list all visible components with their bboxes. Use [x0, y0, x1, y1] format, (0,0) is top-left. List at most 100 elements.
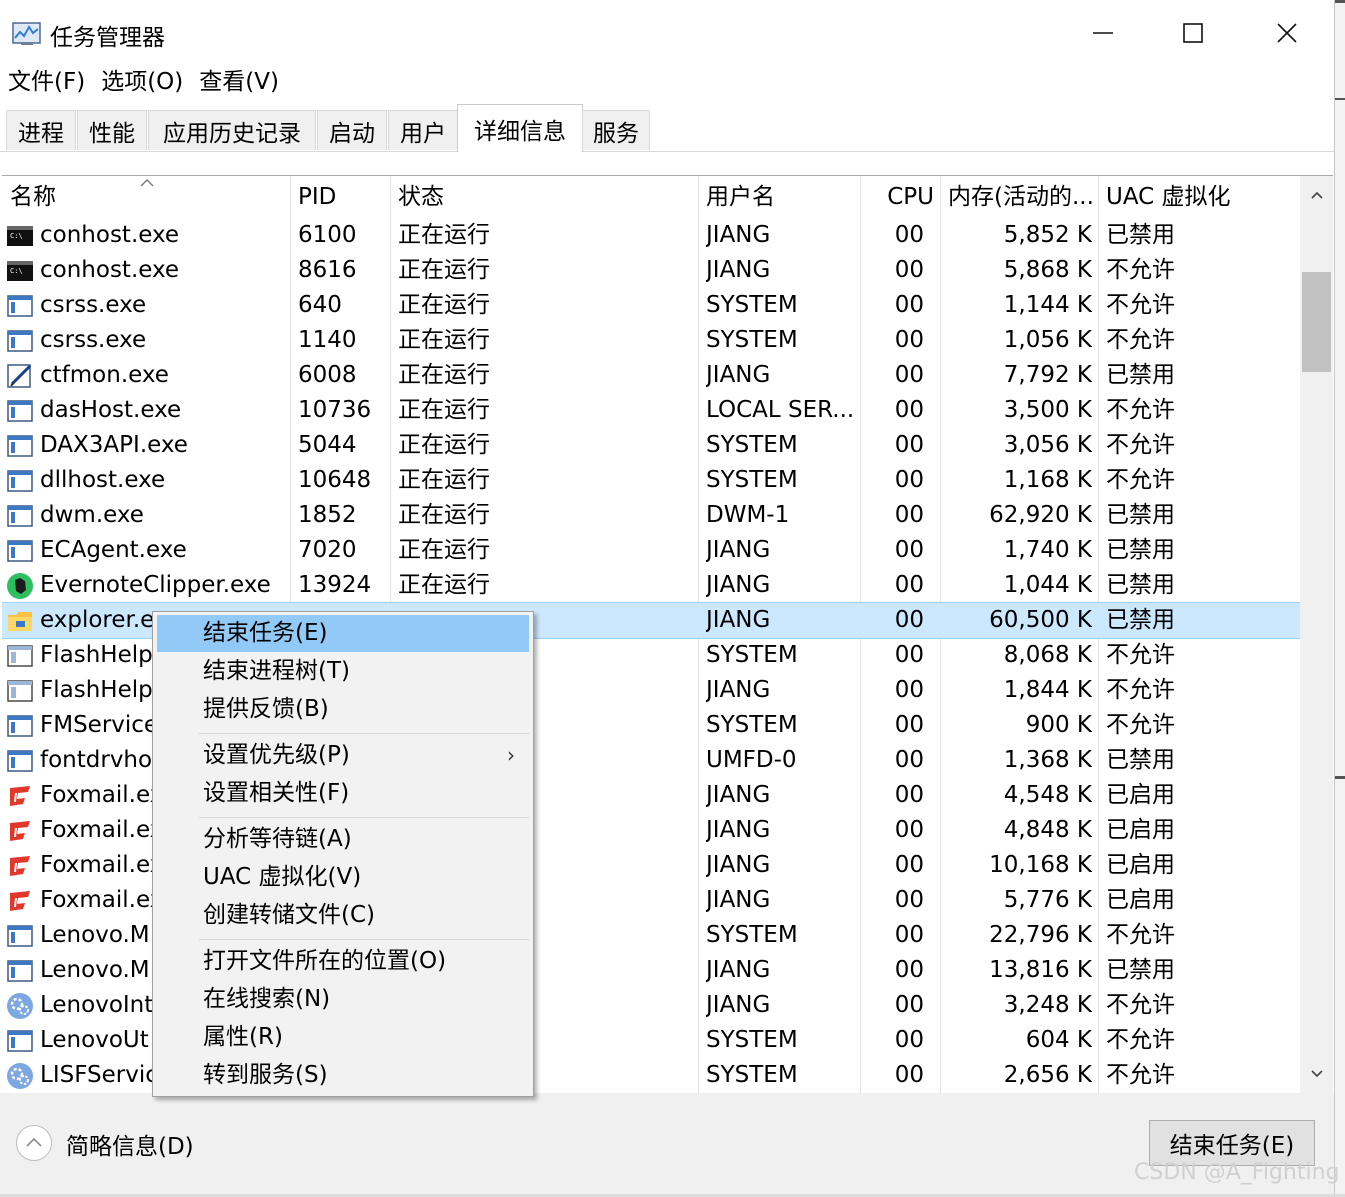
process-status: 正在运行 — [398, 362, 490, 388]
table-row[interactable]: dllhost.exe 10648 正在运行 SYSTEM 00 1,168 K 不允许 — [2, 463, 1300, 498]
context-menu-properties[interactable]: 属性(R) — [157, 1019, 529, 1056]
process-status: 正在运行 — [398, 397, 490, 423]
context-menu-open-file-location[interactable]: 打开文件所在的位置(O) — [157, 943, 529, 980]
process-username: JIANG — [706, 817, 771, 843]
process-memory: 2,656 K — [1003, 1062, 1092, 1088]
vertical-scrollbar[interactable] — [1300, 176, 1333, 1093]
chevron-up-icon — [1310, 191, 1323, 199]
context-menu-search-online[interactable]: 在线搜索(N) — [157, 981, 529, 1018]
process-memory: 604 K — [1025, 1027, 1092, 1053]
process-status: 正在运行 — [398, 432, 490, 458]
process-pid: 10648 — [298, 467, 372, 493]
context-menu-set-affinity[interactable]: 设置相关性(F) — [157, 775, 529, 812]
process-username: UMFD-0 — [706, 747, 797, 773]
tab-details[interactable]: 详细信息 — [457, 104, 583, 152]
context-menu-give-feedback[interactable]: 提供反馈(B) — [157, 691, 529, 728]
process-cpu: 00 — [894, 222, 924, 248]
process-memory: 1,044 K — [1003, 572, 1092, 598]
context-menu-item-label: 设置优先级(P) — [203, 742, 350, 768]
table-row[interactable]: DAX3API.exe 5044 正在运行 SYSTEM 00 3,056 K 不允许 — [2, 428, 1300, 463]
app-window-icon — [6, 537, 34, 565]
foxmail-icon — [6, 817, 34, 845]
process-memory: 13,816 K — [989, 957, 1092, 983]
context-menu-go-to-services[interactable]: 转到服务(S) — [157, 1057, 529, 1094]
process-username: DWM-1 — [706, 502, 790, 528]
scrollbar-thumb[interactable] — [1302, 272, 1331, 372]
column-header-username[interactable]: 用户名 — [698, 176, 860, 218]
column-header-uac[interactable]: UAC 虚拟化 — [1098, 176, 1300, 218]
table-row[interactable]: ECAgent.exe 7020 正在运行 JIANG 00 1,740 K 已禁用 — [2, 533, 1300, 568]
tab-performance[interactable]: 性能 — [77, 110, 147, 150]
process-cpu: 00 — [894, 257, 924, 283]
process-name: conhost.exe — [40, 222, 180, 248]
menu-options[interactable]: 选项(O) — [93, 64, 191, 100]
tab-processes[interactable]: 进程 — [6, 110, 76, 150]
tab-startup[interactable]: 启动 — [317, 110, 387, 150]
column-header-memory[interactable]: 内存(活动的... — [940, 176, 1098, 218]
flash-window-icon — [6, 642, 34, 670]
folder-icon — [6, 607, 34, 635]
process-pid: 5044 — [298, 432, 357, 458]
tab-services[interactable]: 服务 — [582, 110, 650, 150]
minimize-button[interactable] — [1068, 6, 1138, 60]
process-name: csrss.exe — [40, 327, 147, 353]
process-uac: 不允许 — [1106, 1062, 1175, 1088]
table-row[interactable]: C:\ conhost.exe 8616 正在运行 JIANG 00 5,868 K 不允许 — [2, 253, 1300, 288]
tab-users[interactable]: 用户 — [388, 110, 458, 150]
process-username: JIANG — [706, 957, 771, 983]
process-uac: 不允许 — [1106, 677, 1175, 703]
pen-edit-icon — [6, 362, 34, 390]
context-menu-uac-virtualization[interactable]: UAC 虚拟化(V) — [157, 859, 529, 896]
context-menu-end-task[interactable]: 结束任务(E) — [157, 615, 529, 652]
app-window-icon — [6, 327, 34, 355]
context-menu-set-priority[interactable]: 设置优先级(P) › — [157, 737, 529, 774]
process-pid: 13924 — [298, 572, 372, 598]
scroll-down-button[interactable] — [1300, 1059, 1333, 1089]
context-menu-item-label: 转到服务(S) — [203, 1062, 328, 1088]
table-row[interactable]: dasHost.exe 10736 正在运行 LOCAL SER... 00 3,500 … — [2, 393, 1300, 428]
brief-info-toggle[interactable] — [16, 1125, 52, 1161]
title-bar[interactable]: 任务管理器 — [0, 0, 1334, 62]
process-name: dasHost.exe — [40, 397, 182, 423]
process-name: conhost.exe — [40, 257, 180, 283]
column-header-cpu[interactable]: CPU — [860, 176, 940, 218]
process-cpu: 00 — [894, 887, 924, 913]
scroll-up-button[interactable] — [1300, 180, 1333, 210]
column-header-status[interactable]: 状态 — [390, 176, 698, 218]
process-name: dwm.exe — [40, 502, 144, 528]
foxmail-icon — [6, 887, 34, 915]
tab-app-history[interactable]: 应用历史记录 — [148, 110, 316, 150]
table-row[interactable]: ctfmon.exe 6008 正在运行 JIANG 00 7,792 K 已禁用 — [2, 358, 1300, 393]
process-username: JIANG — [706, 607, 771, 633]
service-gear-icon — [6, 1062, 34, 1090]
brief-info-link[interactable]: 简略信息(D) — [66, 1127, 194, 1161]
table-row[interactable]: csrss.exe 640 正在运行 SYSTEM 00 1,144 K 不允许 — [2, 288, 1300, 323]
context-menu-item-label: 设置相关性(F) — [203, 780, 350, 806]
process-cpu: 00 — [894, 712, 924, 738]
table-row[interactable]: csrss.exe 1140 正在运行 SYSTEM 00 1,056 K 不允许 — [2, 323, 1300, 358]
menu-view[interactable]: 查看(V) — [191, 64, 287, 100]
context-menu-item-label: 提供反馈(B) — [203, 696, 329, 722]
svg-text:C:\: C:\ — [10, 267, 23, 275]
process-cpu: 00 — [894, 992, 924, 1018]
process-name: EvernoteClipper.exe — [40, 572, 271, 598]
app-window-icon — [6, 292, 34, 320]
table-row[interactable]: EvernoteClipper.exe 13924 正在运行 JIANG 00 1,044… — [2, 568, 1300, 603]
column-header-pid[interactable]: PID — [290, 176, 390, 218]
process-username: JIANG — [706, 852, 771, 878]
context-menu-create-dump-file[interactable]: 创建转储文件(C) — [157, 897, 529, 934]
process-memory: 62,920 K — [989, 502, 1092, 528]
window-title: 任务管理器 — [50, 25, 165, 51]
app-window-icon — [6, 712, 34, 740]
process-memory: 60,500 K — [989, 607, 1092, 633]
table-row[interactable]: dwm.exe 1852 正在运行 DWM-1 00 62,920 K 已禁用 — [2, 498, 1300, 533]
table-row[interactable]: C:\ conhost.exe 6100 正在运行 JIANG 00 5,852 K 已禁用 — [2, 218, 1300, 253]
maximize-button[interactable] — [1158, 6, 1228, 60]
context-menu-end-process-tree[interactable]: 结束进程树(T) — [157, 653, 529, 690]
context-menu-analyze-wait-chain[interactable]: 分析等待链(A) — [157, 821, 529, 858]
close-button[interactable] — [1252, 6, 1322, 60]
process-uac: 已禁用 — [1106, 572, 1175, 598]
process-cpu: 00 — [894, 467, 924, 493]
menu-file[interactable]: 文件(F) — [0, 64, 93, 100]
process-username: JIANG — [706, 537, 771, 563]
